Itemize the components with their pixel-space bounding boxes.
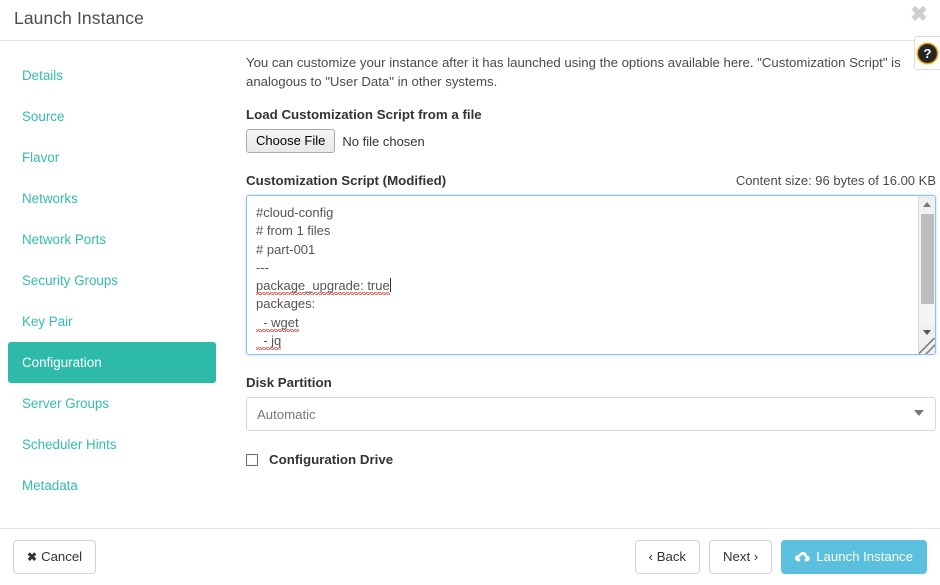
text-cursor <box>389 278 391 293</box>
close-x-icon: ✖ <box>27 550 38 564</box>
script-content: #cloud-config # from 1 files # part-001 … <box>256 204 915 351</box>
sidebar-item-label: Network Ports <box>22 232 107 247</box>
modal-header: Launch Instance ✖ <box>0 0 940 41</box>
file-status-text: No file chosen <box>342 133 425 149</box>
sidebar-item-networks[interactable]: Networks <box>8 178 216 219</box>
configuration-panel: You can customize your instance after it… <box>228 41 940 528</box>
launch-instance-label: Launch Instance <box>816 549 913 564</box>
textarea-resize-handle[interactable] <box>919 338 935 354</box>
footer-actions: ‹ Back Next › Launch Instance <box>634 540 927 574</box>
script-line: # from 1 files <box>256 223 331 239</box>
sidebar-item-label: Networks <box>22 191 78 206</box>
sidebar-item-key-pair[interactable]: Key Pair <box>8 301 216 342</box>
sidebar-item-network-ports[interactable]: Network Ports <box>8 219 216 260</box>
script-header-row: Customization Script (Modified) Content … <box>246 173 936 188</box>
choose-file-button[interactable]: Choose File <box>246 129 336 153</box>
cloud-upload-icon <box>795 551 810 563</box>
config-drive-label: Configuration Drive <box>269 452 394 467</box>
sidebar-item-label: Security Groups <box>22 273 119 288</box>
launch-instance-modal: Launch Instance ✖ ? Details Source Flavo… <box>0 0 940 585</box>
launch-instance-button[interactable]: Launch Instance <box>781 540 927 574</box>
scrollbar-thumb[interactable] <box>921 214 934 304</box>
sidebar-item-label: Key Pair <box>22 314 73 329</box>
scroll-up-icon[interactable] <box>919 196 935 212</box>
customization-script-label: Customization Script (Modified) <box>246 173 447 188</box>
script-line: # part-001 <box>256 241 316 257</box>
sidebar-item-label: Flavor <box>22 150 60 165</box>
page-title: Launch Instance <box>14 8 144 28</box>
help-question-icon: ? <box>918 43 937 63</box>
script-line: package_upgrade: true <box>256 278 390 296</box>
wizard-sidebar: Details Source Flavor Networks Network P… <box>0 41 228 528</box>
sidebar-item-flavor[interactable]: Flavor <box>8 137 216 178</box>
content-size-text: Content size: 96 bytes of 16.00 KB <box>735 173 936 188</box>
textarea-scrollbar[interactable] <box>918 196 935 354</box>
cancel-button[interactable]: ✖ Cancel <box>13 540 97 574</box>
config-drive-row[interactable]: Configuration Drive <box>246 452 932 467</box>
sidebar-item-server-groups[interactable]: Server Groups <box>8 383 216 424</box>
sidebar-item-metadata[interactable]: Metadata <box>8 465 216 506</box>
back-button[interactable]: ‹ Back <box>634 540 701 574</box>
script-line: - jq <box>256 333 282 351</box>
config-drive-checkbox[interactable] <box>246 453 258 466</box>
sidebar-item-details[interactable]: Details <box>8 55 216 96</box>
script-line: - wget <box>256 314 299 332</box>
modal-footer: ✖ Cancel ‹ Back Next › Launch Instance <box>0 529 940 585</box>
script-line: packages: <box>256 296 316 312</box>
modal-body: Details Source Flavor Networks Network P… <box>0 41 940 529</box>
sidebar-item-scheduler-hints[interactable]: Scheduler Hints <box>8 424 216 465</box>
customization-script-textarea[interactable]: #cloud-config # from 1 files # part-001 … <box>246 195 936 355</box>
sidebar-item-source[interactable]: Source <box>8 96 216 137</box>
sidebar-item-label: Scheduler Hints <box>22 437 117 452</box>
next-button[interactable]: Next › <box>709 540 773 574</box>
disk-partition-select[interactable]: Automatic Manual <box>246 397 936 431</box>
sidebar-item-label: Configuration <box>22 355 102 370</box>
help-button[interactable]: ? <box>914 36 940 70</box>
sidebar-item-configuration[interactable]: Configuration <box>8 342 216 383</box>
sidebar-item-label: Details <box>22 68 63 83</box>
panel-description: You can customize your instance after it… <box>246 55 901 89</box>
sidebar-item-label: Source <box>22 109 65 124</box>
script-line: #cloud-config <box>256 205 334 220</box>
disk-partition-wrap: Automatic Manual <box>246 397 936 431</box>
close-icon[interactable]: ✖ <box>906 2 932 28</box>
svg-text:?: ? <box>924 46 932 61</box>
sidebar-item-label: Server Groups <box>22 396 110 411</box>
disk-partition-label: Disk Partition <box>246 375 332 390</box>
file-upload-row: Choose File No file chosen <box>246 129 932 153</box>
sidebar-item-label: Metadata <box>22 478 78 493</box>
cancel-label: Cancel <box>41 549 83 564</box>
load-script-label: Load Customization Script from a file <box>246 107 482 122</box>
sidebar-item-security-groups[interactable]: Security Groups <box>8 260 216 301</box>
script-line: --- <box>256 259 269 275</box>
